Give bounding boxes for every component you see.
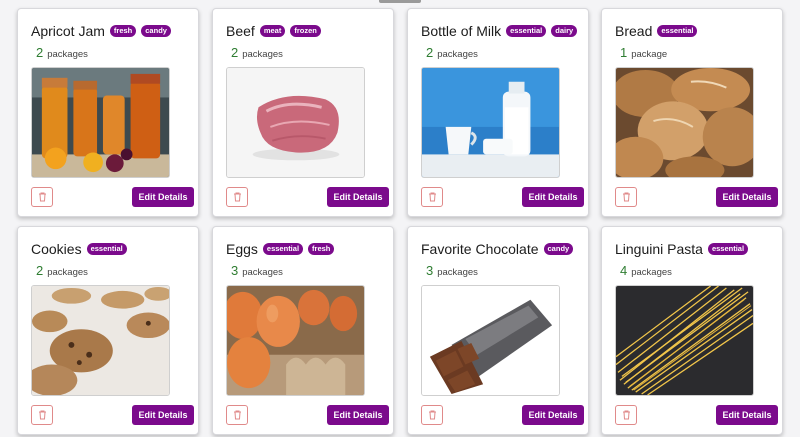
product-name: Eggs bbox=[226, 241, 258, 257]
product-name: Cookies bbox=[31, 241, 82, 257]
delete-button[interactable] bbox=[31, 405, 53, 425]
product-image-apricot-jam bbox=[31, 67, 170, 178]
quantity-unit: packages bbox=[437, 49, 478, 60]
product-card: Eggs essential fresh 3 packages Edit Det… bbox=[212, 226, 394, 435]
trash-icon bbox=[38, 192, 46, 202]
delete-button[interactable] bbox=[226, 405, 248, 425]
product-card: Linguini Pasta essential 4 packages Edit… bbox=[601, 226, 783, 435]
tag-badge: candy bbox=[141, 25, 171, 37]
product-image-bread bbox=[615, 67, 754, 178]
quantity-unit: packages bbox=[242, 49, 283, 60]
product-name: Bread bbox=[615, 23, 653, 39]
quantity-count: 3 bbox=[426, 263, 434, 278]
edit-details-button[interactable]: Edit Details bbox=[522, 405, 584, 425]
edit-details-button[interactable]: Edit Details bbox=[327, 405, 389, 425]
tag-badge: essential bbox=[262, 243, 304, 255]
product-name: Bottle of Milk bbox=[421, 23, 502, 39]
tag-badge: fresh bbox=[308, 243, 335, 255]
tag-badge: essential bbox=[657, 25, 698, 37]
product-card: Apricot Jam fresh candy 2 packages Edit … bbox=[17, 8, 199, 217]
quantity-count: 2 bbox=[231, 45, 239, 60]
trash-icon bbox=[38, 410, 46, 420]
product-image-eggs bbox=[226, 285, 365, 396]
delete-button[interactable] bbox=[615, 405, 637, 425]
quantity-count: 2 bbox=[36, 45, 44, 60]
quantity-unit: packages bbox=[47, 267, 88, 278]
tag-badge: meat bbox=[259, 25, 286, 37]
quantity-count: 2 bbox=[426, 45, 434, 60]
product-image-linguini bbox=[615, 285, 754, 396]
product-name: Linguini Pasta bbox=[615, 241, 703, 257]
product-name: Favorite Chocolate bbox=[421, 241, 539, 257]
product-image-milk bbox=[421, 67, 560, 178]
quantity-unit: packages bbox=[242, 267, 283, 278]
product-card: Bottle of Milk essential dairy 2 package… bbox=[407, 8, 589, 217]
product-image-cookies bbox=[31, 285, 170, 396]
trash-icon bbox=[428, 410, 436, 420]
tag-badge: essential bbox=[707, 243, 749, 255]
tag-badge: essential bbox=[506, 25, 547, 37]
quantity-count: 1 bbox=[620, 45, 628, 60]
product-name: Apricot Jam bbox=[31, 23, 105, 39]
quantity-unit: packages bbox=[631, 267, 672, 278]
trash-icon bbox=[233, 410, 241, 420]
product-card: Bread essential 1 package Edit Details bbox=[601, 8, 783, 217]
delete-button[interactable] bbox=[421, 187, 443, 207]
quantity-unit: packages bbox=[437, 267, 478, 278]
quantity-unit: package bbox=[631, 49, 668, 60]
quantity-count: 4 bbox=[620, 263, 628, 278]
product-card: Cookies essential 2 packages Edit Detail… bbox=[17, 226, 199, 435]
edit-details-button[interactable]: Edit Details bbox=[132, 405, 194, 425]
trash-icon bbox=[622, 192, 630, 202]
tag-badge: dairy bbox=[551, 25, 578, 37]
delete-button[interactable] bbox=[226, 187, 248, 207]
edit-details-button[interactable]: Edit Details bbox=[716, 405, 778, 425]
tag-badge: fresh bbox=[109, 25, 137, 37]
edit-details-button[interactable]: Edit Details bbox=[716, 187, 778, 207]
edit-details-button[interactable]: Edit Details bbox=[327, 187, 389, 207]
scroll-handle bbox=[379, 0, 421, 3]
tag-badge: frozen bbox=[290, 25, 321, 37]
product-image-beef bbox=[226, 67, 365, 178]
tag-badge: candy bbox=[543, 243, 574, 255]
delete-button[interactable] bbox=[421, 405, 443, 425]
edit-details-button[interactable]: Edit Details bbox=[132, 187, 194, 207]
product-card: Beef meat frozen 2 packages Edit Details bbox=[212, 8, 394, 217]
delete-button[interactable] bbox=[615, 187, 637, 207]
delete-button[interactable] bbox=[31, 187, 53, 207]
quantity-count: 2 bbox=[36, 263, 44, 278]
trash-icon bbox=[622, 410, 630, 420]
tag-badge: essential bbox=[86, 243, 127, 255]
product-name: Beef bbox=[226, 23, 255, 39]
trash-icon bbox=[428, 192, 436, 202]
product-card: Favorite Chocolate candy 3 packages Edit… bbox=[407, 226, 589, 435]
trash-icon bbox=[233, 192, 241, 202]
edit-details-button[interactable]: Edit Details bbox=[522, 187, 584, 207]
quantity-count: 3 bbox=[231, 263, 239, 278]
quantity-unit: packages bbox=[47, 49, 88, 60]
product-image-chocolate bbox=[421, 285, 560, 396]
